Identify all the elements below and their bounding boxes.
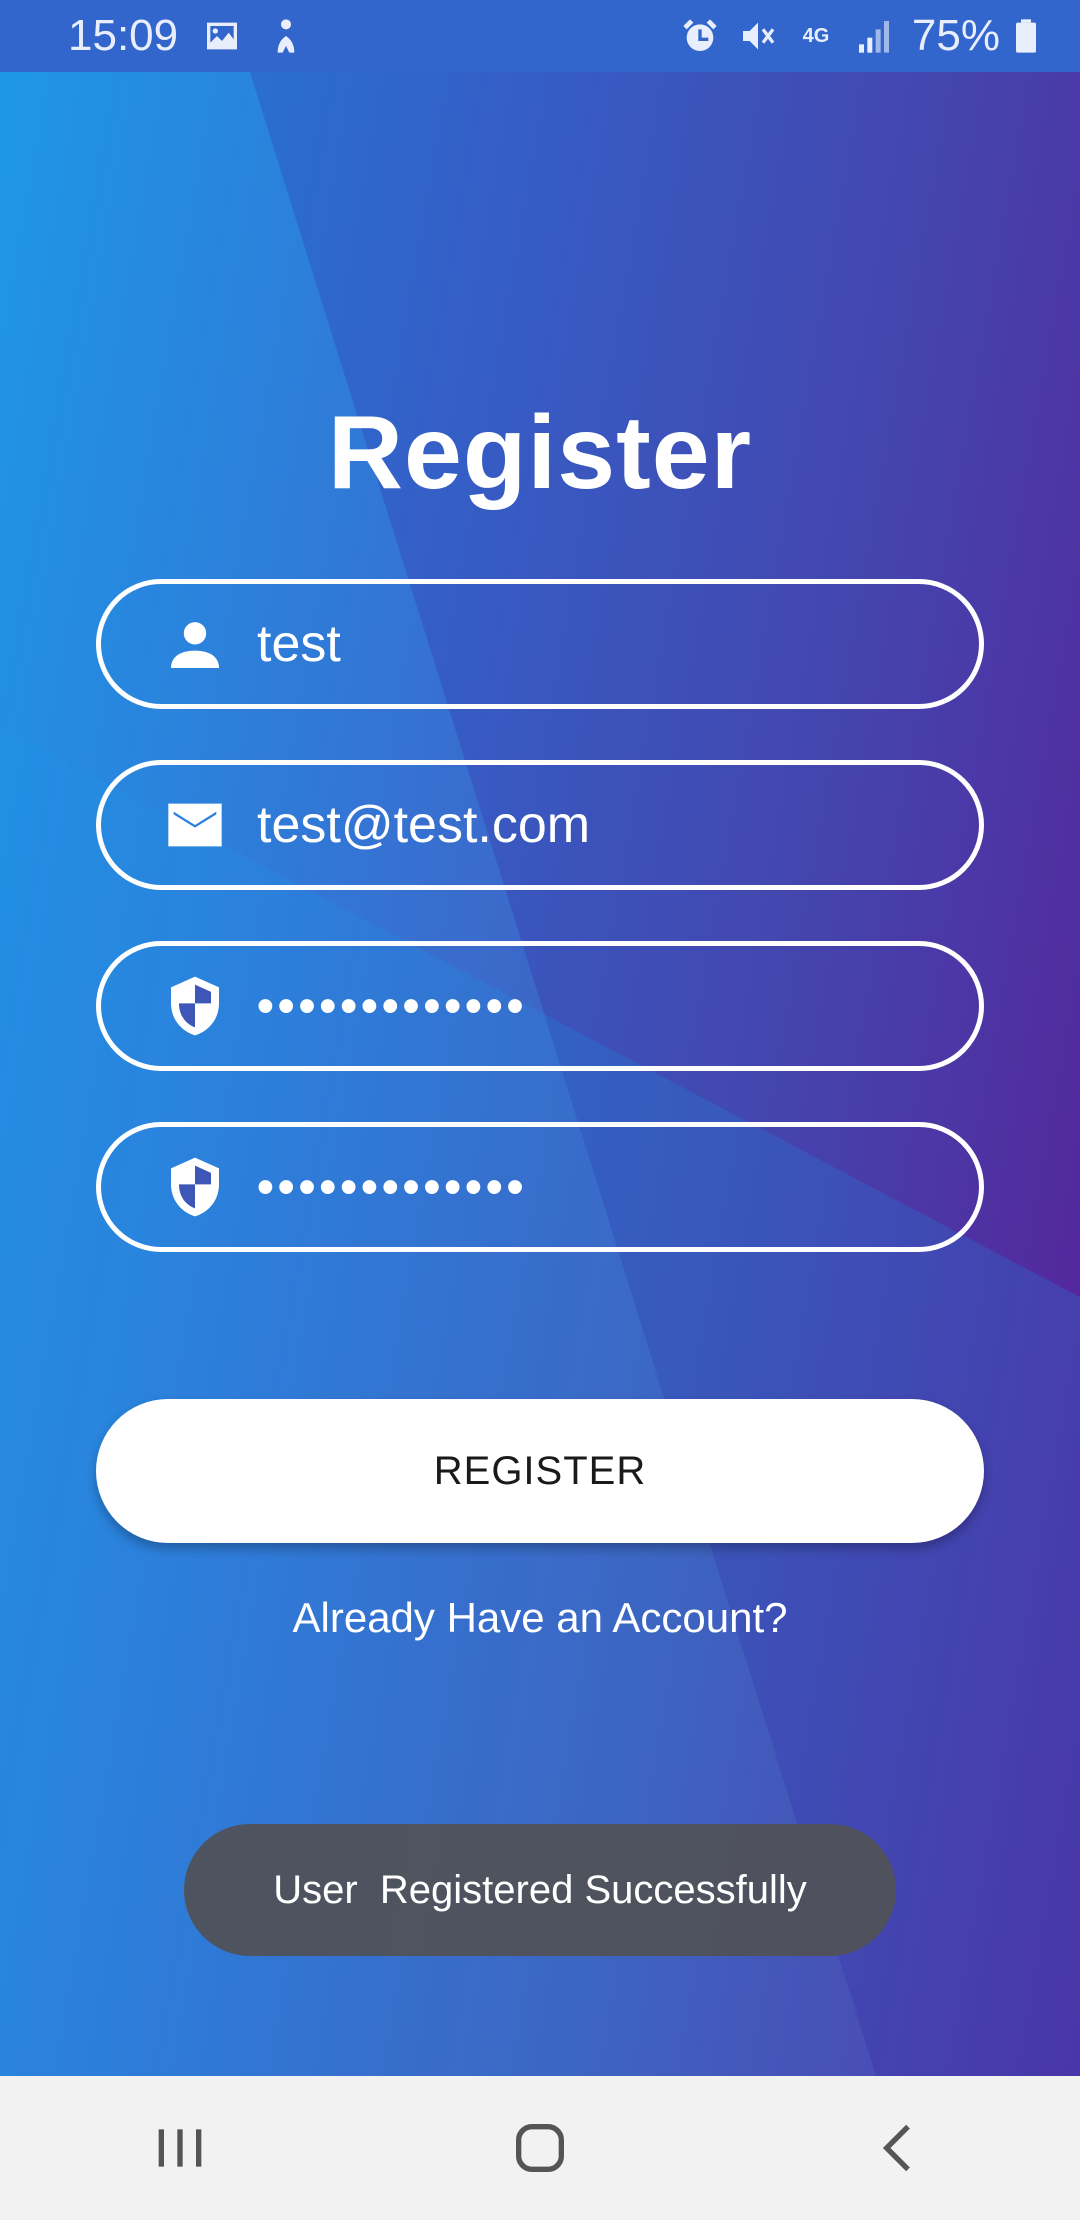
- page-title: Register: [327, 395, 753, 511]
- confirm-password-field[interactable]: •••••••••••••: [96, 1122, 984, 1252]
- home-icon: [516, 2124, 564, 2172]
- password-value: •••••••••••••: [257, 979, 528, 1033]
- shield-icon: [163, 974, 227, 1038]
- recents-icon: [158, 2129, 202, 2167]
- email-field[interactable]: test@test.com: [96, 760, 984, 890]
- status-time: 15:09: [68, 11, 179, 60]
- username-value: test: [257, 615, 341, 673]
- email-value: test@test.com: [257, 796, 591, 854]
- battery-percent: 75%: [911, 11, 1000, 60]
- app-background: Register test test@test.com ••••••••••••…: [0, 72, 1080, 2076]
- alarm-icon: [680, 16, 720, 56]
- back-icon: [882, 2124, 910, 2172]
- password-field[interactable]: •••••••••••••: [96, 941, 984, 1071]
- email-icon: [163, 793, 227, 857]
- confirm-password-value: •••••••••••••: [257, 1160, 528, 1214]
- battery-icon: [1006, 16, 1046, 56]
- toast-message: User Registered Successfully: [184, 1824, 896, 1956]
- home-button[interactable]: [480, 2088, 600, 2208]
- username-field[interactable]: test: [96, 579, 984, 709]
- register-button[interactable]: REGISTER: [96, 1399, 984, 1543]
- status-bar-left: 15:09: [68, 11, 306, 61]
- signal-icon: [854, 16, 894, 56]
- back-button[interactable]: [840, 2088, 960, 2208]
- login-link[interactable]: Already Have an Account?: [0, 1594, 1080, 1642]
- notification-app-icon: [266, 16, 306, 56]
- background-shapes: [0, 72, 1080, 2076]
- person-icon: [163, 612, 227, 676]
- status-bar: 15:09 4G 75%: [0, 0, 1080, 72]
- 4g-icon: 4G: [802, 25, 830, 47]
- mute-icon: [738, 16, 778, 56]
- shield-icon: [163, 1155, 227, 1219]
- recents-button[interactable]: [120, 2088, 240, 2208]
- image-icon: [202, 16, 242, 56]
- status-bar-right: 4G 75%: [680, 11, 1046, 61]
- navigation-bar: [0, 2076, 1080, 2220]
